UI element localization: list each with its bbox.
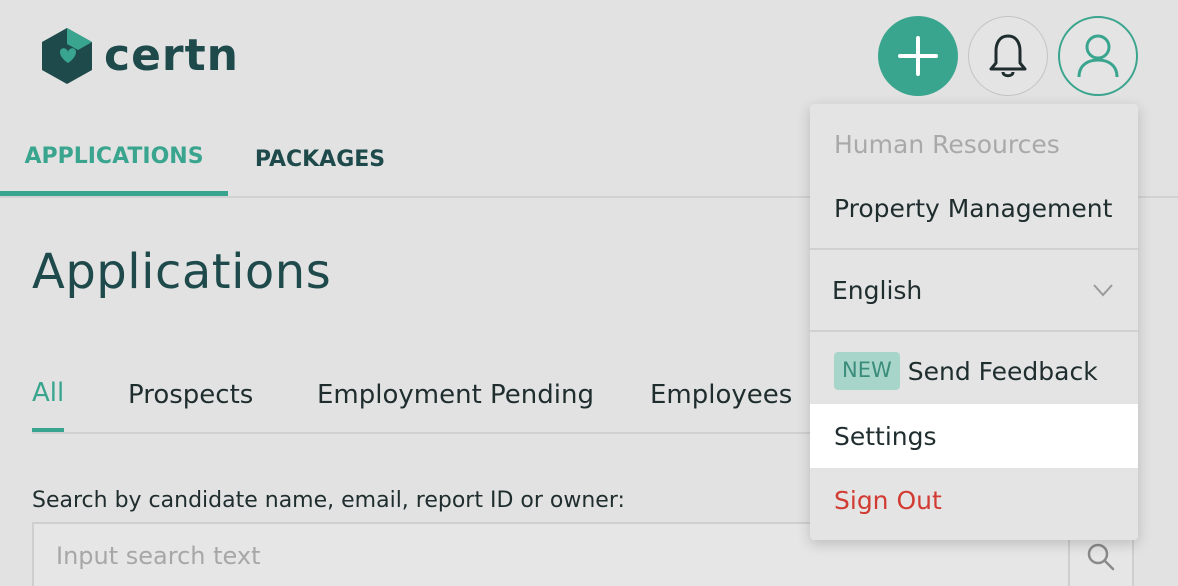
user-dropdown-menu: Human Resources Property Management Engl… [810, 104, 1138, 540]
language-value: English [832, 275, 923, 305]
tab-applications[interactable]: APPLICATIONS [0, 122, 228, 196]
sign-out-item[interactable]: Sign Out [810, 468, 1138, 532]
filter-tab-employment-pending[interactable]: Employment Pending [317, 358, 594, 432]
filter-tab-prospects[interactable]: Prospects [128, 358, 253, 432]
language-select[interactable]: English [810, 250, 1138, 330]
filter-tabs: All Prospects Employment Pending Employe… [32, 358, 832, 434]
filter-tab-employees[interactable]: Employees [650, 358, 792, 432]
certn-logo-icon [42, 28, 92, 84]
send-feedback-item[interactable]: NEW Send Feedback [810, 338, 1138, 404]
plus-icon [898, 36, 938, 76]
team-option-human-resources: Human Resources [834, 129, 1060, 159]
team-option-property-management[interactable]: Property Management [810, 176, 1138, 240]
chevron-down-icon [1093, 284, 1113, 297]
menu-divider [810, 330, 1138, 332]
search-label: Search by candidate name, email, report … [32, 488, 625, 513]
user-menu-button[interactable] [1058, 16, 1138, 96]
filter-tab-all[interactable]: All [32, 358, 64, 432]
certn-logo[interactable]: certn [38, 26, 239, 86]
page-title: Applications [32, 244, 332, 300]
user-icon [1077, 34, 1119, 78]
send-feedback-label: Send Feedback [907, 356, 1098, 386]
tab-packages[interactable]: PACKAGES [228, 122, 412, 196]
search-input[interactable] [56, 538, 1016, 574]
settings-item[interactable]: Settings [810, 404, 1138, 468]
new-badge: NEW [834, 352, 900, 390]
search-icon [1087, 543, 1115, 571]
notifications-button[interactable] [968, 16, 1048, 96]
add-button[interactable] [878, 16, 958, 96]
brand-name: certn [104, 30, 239, 81]
bell-icon [989, 34, 1027, 78]
